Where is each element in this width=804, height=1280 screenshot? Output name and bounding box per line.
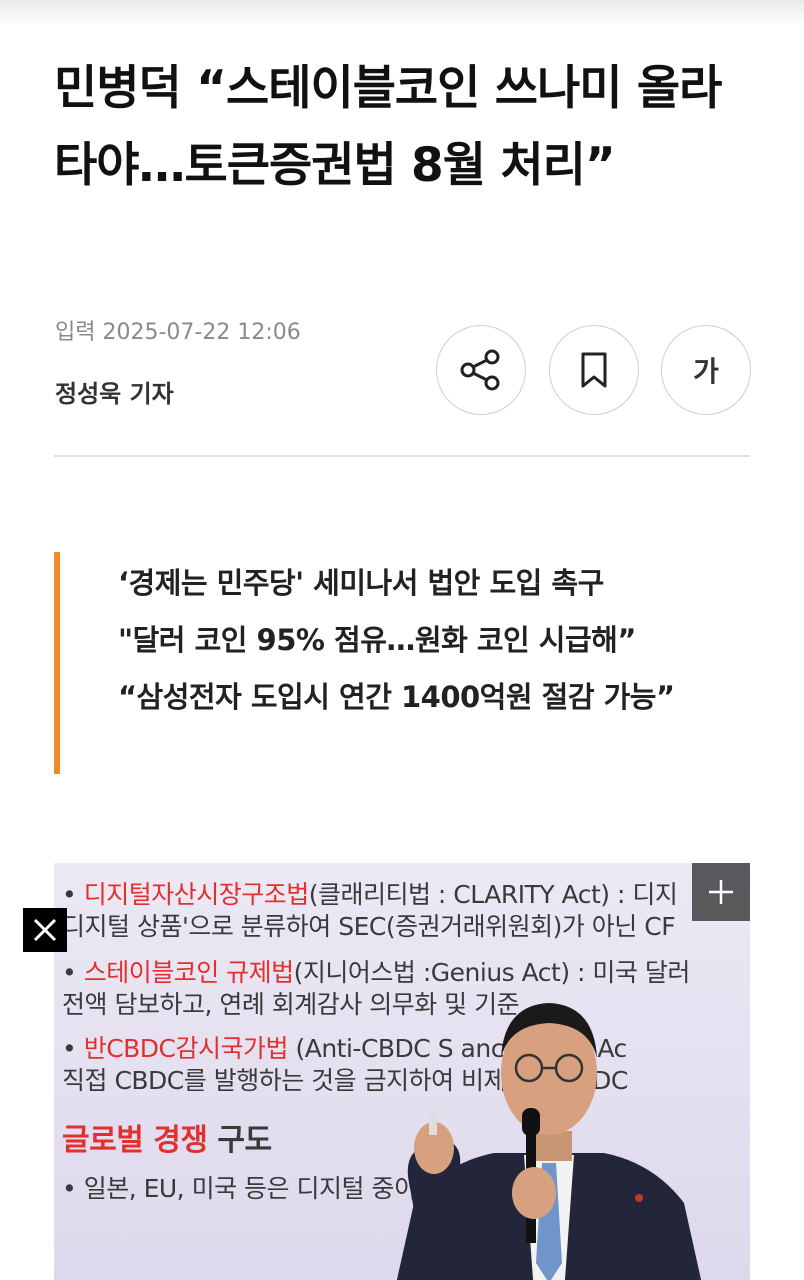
slide-text-line: 디지털 상품'으로 분류하여 SEC(증권거래위원회)가 아닌 CF [62, 912, 676, 941]
close-icon [33, 918, 57, 942]
article-summary: ‘경제는 민주당' 세미나서 법안 도입 촉구 "달러 코인 95% 점유…원화… [118, 555, 748, 726]
font-size-button[interactable]: 가 [661, 325, 751, 415]
summary-accent-bar [54, 552, 60, 774]
header-divider [54, 455, 750, 457]
slide-text-line: • 디지털자산시장구조법(클래리티법 : CLARITY Act) : 디지 [62, 880, 678, 909]
bookmark-button[interactable] [549, 325, 639, 415]
publish-date: 입력 2025-07-22 12:06 [55, 320, 301, 345]
bookmark-icon [581, 352, 607, 388]
slide-heading: 글로벌 경쟁 구도 [62, 1123, 272, 1158]
plus-icon [709, 880, 733, 904]
share-icon [460, 349, 500, 391]
close-ad-button[interactable] [23, 908, 67, 952]
author-name: 정성욱 기자 [55, 380, 174, 408]
font-size-label: 가 [693, 355, 719, 388]
summary-line: "달러 코인 95% 점유…원화 코인 시급해” [118, 623, 636, 657]
expand-photo-button[interactable] [692, 863, 750, 921]
speaker-figure [396, 1003, 702, 1280]
share-button[interactable] [436, 325, 526, 415]
article-photo[interactable]: • 디지털자산시장구조법(클래리티법 : CLARITY Act) : 디지 디… [54, 863, 750, 1280]
summary-line: “삼성전자 도입시 연간 1400억원 절감 가능” [118, 680, 675, 714]
summary-line: ‘경제는 민주당' 세미나서 법안 도입 촉구 [118, 566, 604, 600]
status-bar-fade [0, 0, 804, 26]
article-headline: 민병덕 “스테이블코인 쓰나미 올라타야…토큰증권법 8월 처리” [54, 61, 722, 193]
